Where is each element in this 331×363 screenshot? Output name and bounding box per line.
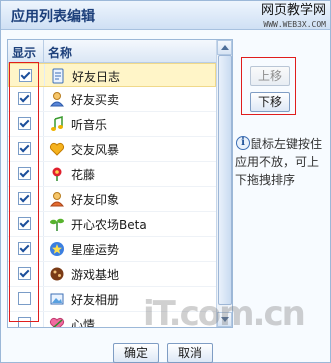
scroll-up-arrow-icon[interactable] <box>217 40 232 55</box>
flower-icon <box>52 167 62 181</box>
heart-icon <box>49 142 65 156</box>
watermark-top-text: 网页教学网 <box>260 3 326 18</box>
notebook-icon <box>52 68 64 84</box>
app-name: 好友相册 <box>71 293 120 307</box>
app-name: 花藤 <box>71 168 96 182</box>
column-header-show: 显示 <box>12 46 37 60</box>
star-icon <box>50 242 64 256</box>
column-divider <box>43 212 44 236</box>
move-buttons-highlight <box>241 57 296 115</box>
drag-help-text: 鼠标左键按住应用不放，可上下拖拽排序 <box>235 137 323 187</box>
column-divider <box>43 262 44 286</box>
dialog-title: 应用列表编辑 <box>11 9 95 25</box>
column-divider <box>43 237 44 261</box>
music-icon <box>51 116 63 131</box>
list-row[interactable]: 星座运势 <box>8 237 216 262</box>
column-divider <box>43 287 44 311</box>
list-row[interactable]: 好友日志 <box>8 63 216 87</box>
column-header-name: 名称 <box>48 46 73 60</box>
cancel-button[interactable]: 取消 <box>167 343 213 363</box>
app-list: 显示 名称 好友日志 好友买卖 听音乐 交友风暴 花藤 好友印象 开心农场Bet… <box>7 39 233 328</box>
list-header: 显示 名称 <box>8 40 216 63</box>
app-name: 游戏基地 <box>71 268 120 282</box>
column-divider <box>43 162 44 186</box>
sprout-icon <box>50 218 64 231</box>
watermark-bottom: iT.com.cn <box>143 294 306 334</box>
column-divider <box>43 137 44 161</box>
scroll-thumb[interactable] <box>218 55 232 305</box>
album-icon <box>50 293 64 305</box>
list-scrollbar[interactable] <box>216 40 232 327</box>
game-icon <box>50 267 64 281</box>
mood-icon <box>49 317 65 327</box>
app-name: 好友买卖 <box>71 93 120 107</box>
person-icon <box>49 92 65 107</box>
app-name: 交友风暴 <box>71 143 120 157</box>
list-row[interactable]: 花藤 <box>8 162 216 187</box>
column-divider <box>43 187 44 211</box>
app-name: 开心农场Beta <box>71 218 147 232</box>
titlebar: 应用列表编辑 网页教学网 WWW.WEB3X.COM <box>1 1 330 30</box>
ok-button[interactable]: 确定 <box>113 343 159 363</box>
list-row[interactable]: 交友风暴 <box>8 137 216 162</box>
checkbox-column-highlight <box>9 62 39 322</box>
list-row[interactable]: 好友印象 <box>8 187 216 212</box>
app-name: 心情 <box>71 318 96 328</box>
person-icon <box>49 192 65 207</box>
column-divider <box>43 312 44 327</box>
list-row[interactable]: 开心农场Beta <box>8 212 216 237</box>
list-row[interactable]: 好友买卖 <box>8 87 216 112</box>
header-divider <box>43 40 44 62</box>
list-row[interactable]: 听音乐 <box>8 112 216 137</box>
list-rows: 好友日志 好友买卖 听音乐 交友风暴 花藤 好友印象 开心农场Beta 星座运势… <box>8 63 216 328</box>
app-name: 好友日志 <box>72 70 121 84</box>
app-name: 好友印象 <box>71 193 120 207</box>
column-divider <box>43 87 44 111</box>
column-divider <box>43 112 44 136</box>
watermark-top-url: WWW.WEB3X.COM <box>263 20 326 29</box>
watermark-top: 网页教学网 WWW.WEB3X.COM <box>261 4 326 32</box>
app-name: 听音乐 <box>71 118 108 132</box>
app-list-editor-dialog: 应用列表编辑 网页教学网 WWW.WEB3X.COM 显示 名称 好友日志 好友… <box>0 0 331 363</box>
app-name: 星座运势 <box>71 243 120 257</box>
column-divider <box>44 64 45 86</box>
list-row[interactable]: 游戏基地 <box>8 262 216 287</box>
